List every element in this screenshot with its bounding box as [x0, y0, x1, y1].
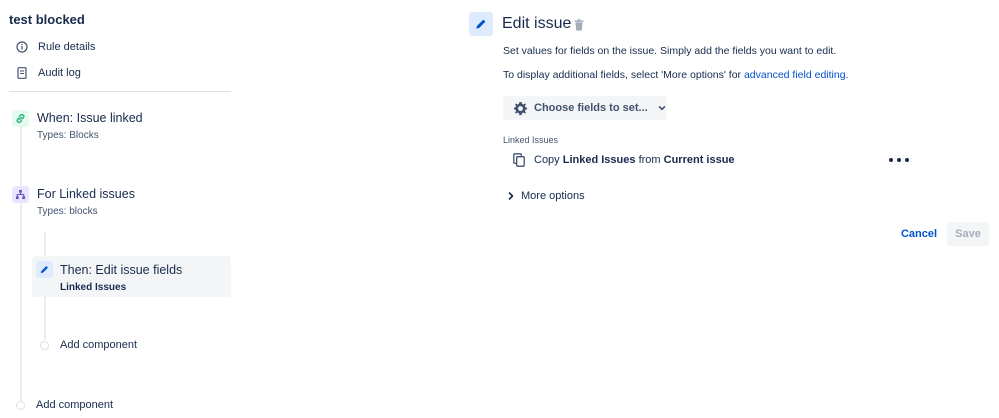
- flow-line-main: [20, 126, 22, 404]
- component-action[interactable]: Then: Edit issue fields Linked Issues: [32, 256, 231, 297]
- field-row-linked-issues: Copy Linked Issues from Current issue: [513, 153, 735, 167]
- add-component-main[interactable]: Add component: [16, 399, 113, 411]
- editor-additional-fields-text: To display additional fields, select 'Mo…: [503, 69, 848, 81]
- more-options-toggle[interactable]: More options: [507, 190, 585, 202]
- field-row-middle: from: [638, 154, 661, 166]
- advanced-field-editing-link[interactable]: advanced field editing: [744, 69, 846, 81]
- additional-prefix: To display additional fields, select 'Mo…: [503, 69, 744, 81]
- save-button[interactable]: Save: [947, 222, 989, 246]
- action-subtitle: Linked Issues: [60, 282, 127, 293]
- add-component-nested[interactable]: Add component: [40, 339, 137, 351]
- nav-rule-details[interactable]: Rule details: [15, 40, 95, 54]
- chevron-down-icon: [657, 103, 667, 113]
- trash-icon[interactable]: [574, 18, 584, 31]
- pencil-icon: [469, 12, 493, 36]
- field-label: Linked Issues: [503, 135, 559, 145]
- branch-title: For Linked issues: [37, 187, 135, 201]
- branch-subtitle: Types: blocks: [37, 206, 98, 217]
- cancel-button[interactable]: Cancel: [897, 222, 941, 246]
- rule-title: test blocked: [9, 12, 85, 27]
- component-branch[interactable]: For Linked issues Types: blocks: [0, 184, 231, 224]
- add-component-dot: [16, 400, 25, 410]
- add-component-nested-label: Add component: [60, 339, 138, 351]
- editor-title: Edit issue: [502, 15, 572, 32]
- pencil-icon: [36, 261, 53, 278]
- nav-audit-log-label: Audit log: [38, 67, 81, 79]
- link-icon: [12, 110, 29, 127]
- gear-icon: [513, 101, 528, 116]
- copy-icon: [513, 153, 527, 167]
- more-actions-icon[interactable]: [889, 153, 909, 167]
- choose-fields-label: Choose fields to set...: [534, 102, 648, 114]
- component-trigger[interactable]: When: Issue linked Types: Blocks: [0, 108, 231, 148]
- field-row-source: Current issue: [663, 154, 735, 166]
- divider: [9, 91, 231, 92]
- field-row-field: Linked Issues: [562, 154, 636, 166]
- more-options-label: More options: [521, 190, 585, 202]
- add-component-main-label: Add component: [36, 399, 114, 411]
- rule-panel: test blocked Rule details Audit log When…: [0, 0, 240, 418]
- branch-icon: [12, 186, 29, 203]
- additional-suffix: .: [845, 69, 849, 81]
- chevron-right-icon: [507, 191, 515, 201]
- info-icon: [15, 40, 29, 54]
- trigger-subtitle: Types: Blocks: [37, 130, 99, 141]
- nav-rule-details-label: Rule details: [38, 41, 96, 53]
- action-title: Then: Edit issue fields: [60, 263, 183, 277]
- document-icon: [15, 66, 29, 80]
- editor-description: Set values for fields on the issue. Simp…: [503, 45, 837, 57]
- field-row-prefix: Copy: [534, 154, 560, 166]
- trigger-title: When: Issue linked: [37, 111, 143, 125]
- choose-fields-button[interactable]: Choose fields to set...: [503, 96, 667, 120]
- nav-audit-log[interactable]: Audit log: [15, 66, 81, 80]
- add-component-dot: [40, 340, 49, 350]
